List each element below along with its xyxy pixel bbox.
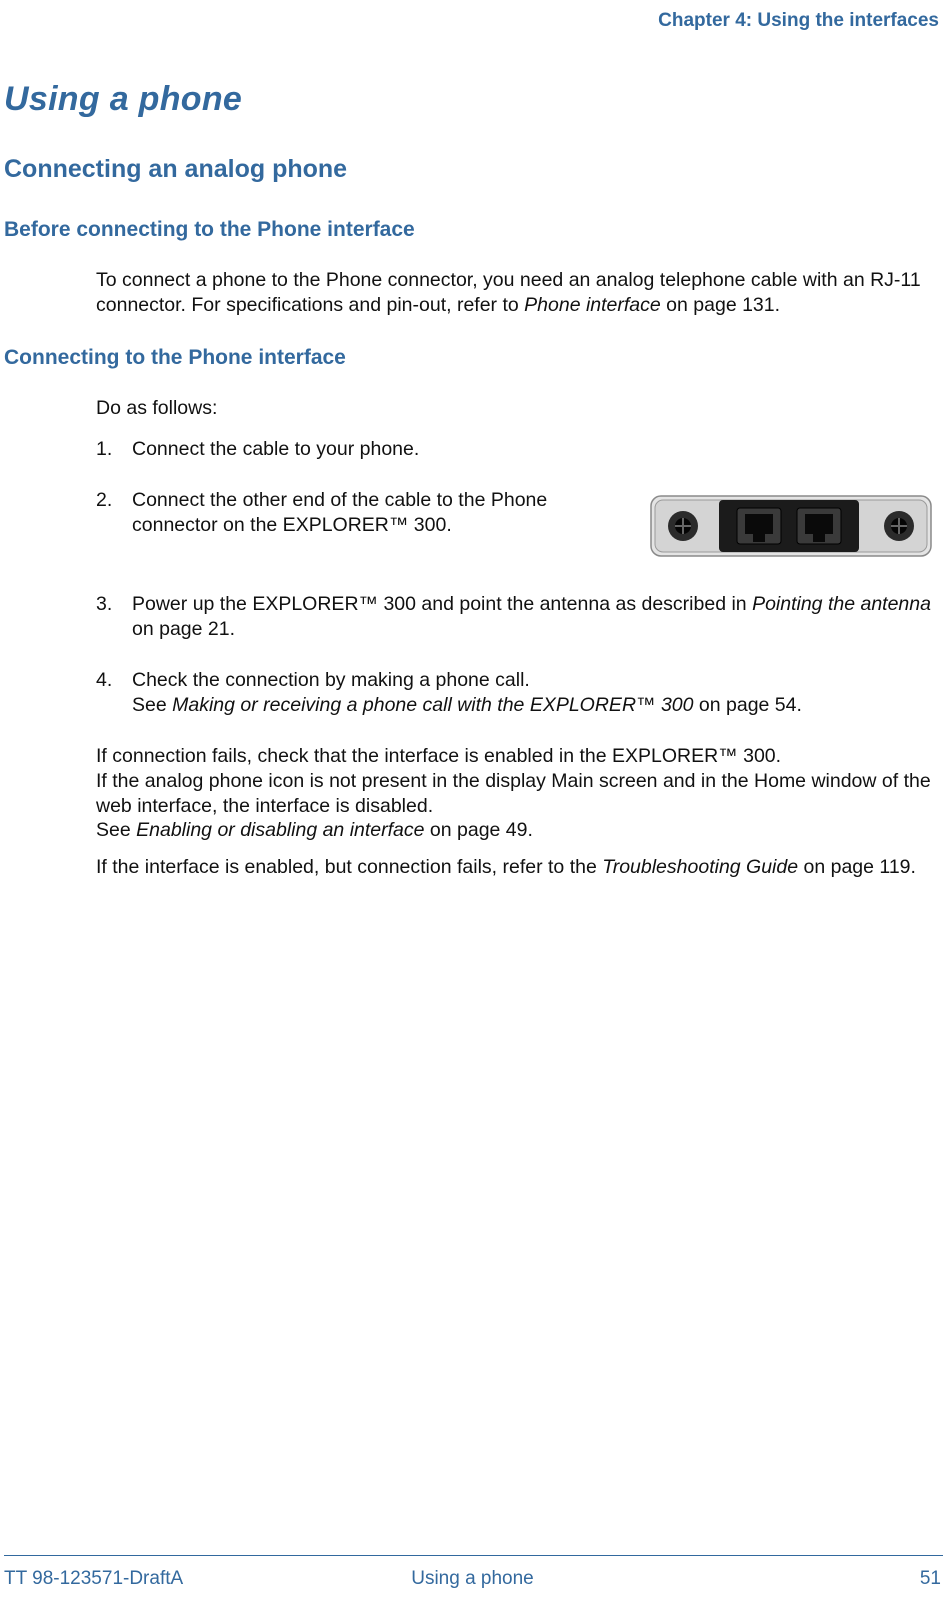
reference-enable-interface: Enabling or disabling an interface (136, 819, 424, 841)
footer-section-name: Using a phone (4, 1568, 941, 1590)
step-text: Check the connection by making a phone c… (132, 669, 802, 716)
before-connecting-heading: Before connecting to the Phone interface (4, 218, 941, 242)
text: Power up the EXPLORER™ 300 and point the… (132, 593, 752, 615)
running-header: Chapter 4: Using the interfaces (658, 10, 939, 32)
body-block: To connect a phone to the Phone connecto… (96, 268, 941, 318)
step-text: Power up the EXPLORER™ 300 and point the… (132, 593, 931, 640)
text: If connection fails, check that the inte… (96, 745, 781, 767)
reference-pointing-antenna: Pointing the antenna (752, 593, 931, 615)
text: on page 49. (424, 819, 532, 841)
trailing-paragraphs: If connection fails, check that the inte… (96, 744, 941, 881)
text: See (132, 694, 172, 716)
step-number: 2. (96, 488, 112, 513)
step-2: 2. Connect the other end of the cable to… (96, 488, 941, 566)
intro-paragraph: To connect a phone to the Phone connecto… (96, 268, 941, 318)
step-text: Connect the other end of the cable to th… (132, 488, 623, 538)
reference-making-call: Making or receiving a phone call with th… (172, 694, 693, 716)
document-page: Chapter 4: Using the interfaces Using a … (0, 0, 945, 1604)
page-footer: TT 98-123571-DraftA Using a phone 51 (4, 1568, 941, 1590)
page-content: Using a phone Connecting an analog phone… (4, 80, 941, 892)
text: on page 131. (661, 294, 780, 316)
connecting-heading: Connecting to the Phone interface (4, 346, 941, 370)
step-number: 1. (96, 437, 112, 462)
text: If the analog phone icon is not present … (96, 770, 931, 817)
step-number: 3. (96, 592, 112, 617)
step-3: 3. Power up the EXPLORER™ 300 and point … (96, 592, 941, 642)
reference-phone-interface: Phone interface (524, 294, 661, 316)
steps-list: 1. Connect the cable to your phone. 2. C… (96, 437, 941, 718)
text: Check the connection by making a phone c… (132, 669, 530, 691)
text: If the interface is enabled, but connect… (96, 856, 602, 878)
footer-rule (4, 1555, 943, 1556)
do-as-follows: Do as follows: (96, 396, 941, 421)
step-number: 4. (96, 668, 112, 693)
subsection-heading: Connecting an analog phone (4, 155, 941, 184)
step-4: 4. Check the connection by making a phon… (96, 668, 941, 718)
page-title: Using a phone (4, 80, 941, 119)
text: on page 54. (693, 694, 801, 716)
reference-troubleshooting: Troubleshooting Guide (602, 856, 798, 878)
text: on page 21. (132, 618, 235, 640)
body-block: Do as follows: 1. Connect the cable to y… (96, 396, 941, 880)
phone-connector-figure (641, 488, 941, 566)
text: See (96, 819, 136, 841)
step-text: Connect the cable to your phone. (132, 438, 419, 460)
text: on page 119. (798, 856, 916, 878)
text: To connect a phone to the Phone connecto… (96, 269, 921, 316)
step-1: 1. Connect the cable to your phone. (96, 437, 941, 462)
